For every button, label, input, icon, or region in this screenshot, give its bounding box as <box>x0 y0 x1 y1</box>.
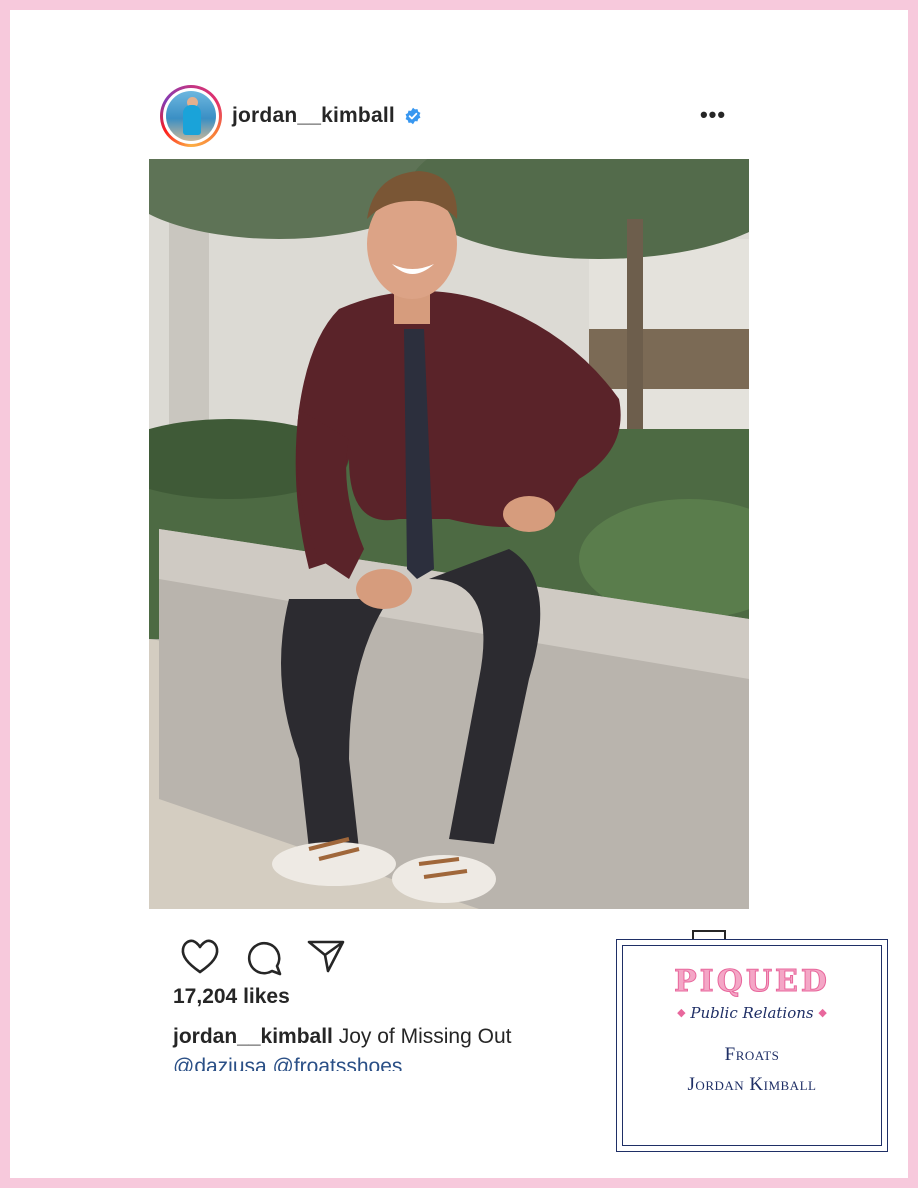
stamp-talent: Jordan Kimball <box>687 1074 817 1095</box>
avatar-image <box>166 91 216 141</box>
stamp-subtitle-text: Public Relations <box>690 1004 814 1022</box>
caption-username[interactable]: jordan__kimball <box>173 1025 333 1048</box>
photo-illustration <box>149 159 749 909</box>
comment-icon[interactable] <box>244 937 284 977</box>
verified-badge-icon <box>405 107 421 125</box>
diamond-icon: ◆ <box>818 1006 827 1019</box>
brand-stamp: PIQUED ◆ Public Relations ◆ Froats Jorda… <box>616 939 888 1152</box>
post-caption: jordan__kimball Joy of Missing Out <box>173 1025 511 1049</box>
photo-shoe-left <box>272 842 396 886</box>
heart-icon[interactable] <box>180 937 220 977</box>
caption-text: Joy of Missing Out <box>338 1025 512 1048</box>
avatar-frame <box>163 88 219 144</box>
photo-building-doorway <box>589 329 749 389</box>
profile-avatar[interactable] <box>160 85 222 147</box>
photo-hand-right <box>503 496 555 532</box>
caption-mentions[interactable]: @daziusa @froatsshoes <box>173 1052 473 1071</box>
send-icon[interactable] <box>306 936 346 976</box>
avatar-figure-body <box>183 105 201 135</box>
diamond-icon: ◆ <box>677 1006 686 1019</box>
post-photo[interactable] <box>149 159 749 909</box>
more-options-icon[interactable]: ••• <box>698 104 728 126</box>
stamp-brand-name: PIQUED <box>674 964 830 1000</box>
stamp-client: Froats <box>724 1044 780 1065</box>
photo-hand-left <box>356 569 412 609</box>
post-username[interactable]: jordan__kimball <box>232 104 395 128</box>
stamp-subtitle: ◆ Public Relations ◆ <box>617 1004 887 1022</box>
like-count[interactable]: 17,204 likes <box>173 985 290 1009</box>
